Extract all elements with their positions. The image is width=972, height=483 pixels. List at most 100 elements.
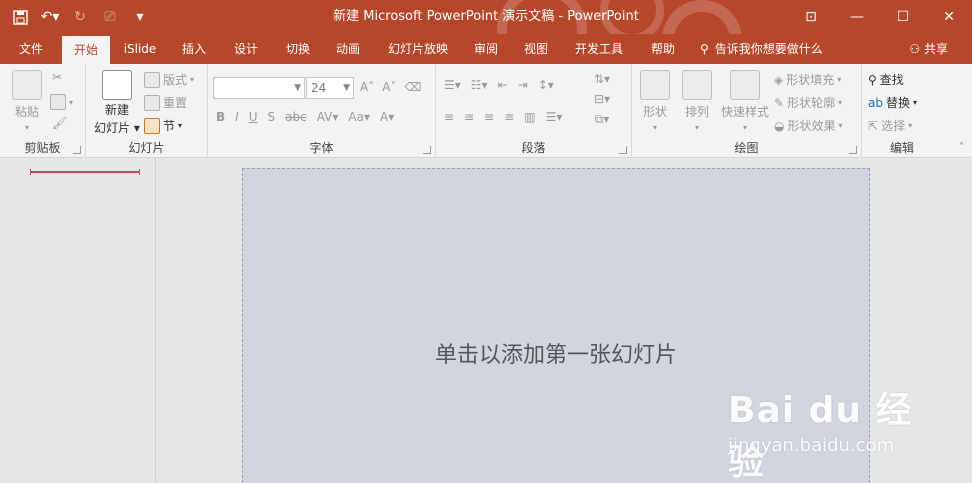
slide-hint-text: 单击以添加第一张幻灯片: [434, 343, 677, 368]
ribbon-tabs: 文件 开始 iSlide 插入 设计 切换 动画 幻灯片放映 审阅 视图 开发工…: [0, 34, 972, 64]
align-text-icon[interactable]: ☰▾: [546, 110, 563, 124]
font-name-select[interactable]: ▼: [213, 77, 305, 99]
justify-icon[interactable]: ≡: [504, 110, 514, 124]
paste-button[interactable]: 粘贴 ▾: [12, 70, 42, 132]
new-slide-icon: [102, 70, 132, 100]
columns-icon[interactable]: ▥: [524, 110, 535, 124]
align-right-icon[interactable]: ≡: [484, 110, 494, 124]
numbering-icon[interactable]: ☷▾: [471, 78, 488, 92]
group-label-drawing: 绘图: [734, 141, 759, 155]
presenter-icon[interactable]: ⎚: [98, 5, 122, 29]
text-direction-icon[interactable]: ⇅▾: [594, 72, 610, 86]
font-style-tools: B I U S abc AV▾ Aa▾ A▾: [216, 110, 394, 124]
ribbon-display-icon[interactable]: ⊡: [788, 0, 834, 34]
group-label-editing: 编辑: [889, 141, 914, 155]
group-paragraph: ☰▾ ☷▾ ⇤ ⇥ ↕▾ ≡ ≡ ≡ ≡ ▥ ☰▾ ⇅▾ ⊟▾ ⧉▾ 段落: [436, 64, 632, 158]
group-font: ▼ 24 ▼ A˄ A˅ ⌫ B I U S abc AV▾ Aa▾ A▾ 字体: [208, 64, 436, 158]
find-button[interactable]: ⚲ 查找: [868, 71, 904, 88]
tab-islide[interactable]: iSlide: [116, 34, 164, 64]
drawing-launcher-icon[interactable]: [849, 146, 857, 154]
align-vertical-icon[interactable]: ⊟▾: [594, 92, 610, 106]
new-slide-button[interactable]: 新建 幻灯片 ▾: [92, 70, 142, 136]
shape-outline-button[interactable]: ✎ 形状轮廓 ▾: [774, 94, 842, 111]
magnifier-icon: ⚲: [868, 72, 877, 87]
clipboard-launcher-icon[interactable]: [73, 146, 81, 154]
char-spacing-icon[interactable]: AV▾: [317, 110, 339, 124]
tab-insert[interactable]: 插入: [172, 34, 216, 64]
paragraph-launcher-icon[interactable]: [619, 146, 627, 154]
slide-editor: 单击以添加第一张幻灯片 Bai du 经验 jingyan.baidu.com: [156, 158, 972, 483]
minimize-icon[interactable]: —: [834, 0, 880, 34]
font-size-select[interactable]: 24 ▼: [306, 77, 354, 99]
save-icon[interactable]: [8, 5, 32, 29]
tab-animations[interactable]: 动画: [326, 34, 370, 64]
shape-fill-button[interactable]: ◈ 形状填充 ▾: [774, 71, 841, 88]
layout-button[interactable]: 版式 ▾: [144, 71, 194, 88]
strikethrough-icon[interactable]: abc: [285, 110, 307, 124]
tab-transitions[interactable]: 切换: [276, 34, 320, 64]
quick-access-toolbar: ↶▾ ↻ ⎚ ▾: [8, 0, 152, 34]
tab-review[interactable]: 审阅: [466, 34, 506, 64]
cursor-icon: ⇱: [868, 118, 879, 133]
shrink-font-icon[interactable]: A˅: [382, 80, 396, 94]
group-clipboard: 粘贴 ▾ ✂ ▾ 🖌 剪贴板: [0, 64, 86, 158]
format-painter-button[interactable]: 🖌: [52, 116, 67, 130]
group-slides: 新建 幻灯片 ▾ 版式 ▾ 重置 节 ▾ 幻灯片: [86, 64, 208, 158]
insertion-marker: [30, 169, 140, 175]
reset-icon: [144, 94, 160, 111]
paragraph-tools-col: ⇅▾ ⊟▾ ⧉▾: [594, 72, 610, 127]
arrange-button[interactable]: 排列 ▾: [680, 70, 714, 132]
shadow-icon[interactable]: S: [268, 110, 276, 124]
replace-button[interactable]: ab 替换 ▾: [868, 94, 917, 111]
close-icon[interactable]: ✕: [926, 0, 972, 34]
bullets-icon[interactable]: ☰▾: [444, 78, 461, 92]
select-button[interactable]: ⇱ 选择 ▾: [868, 117, 912, 134]
share-label: 共享: [923, 42, 948, 56]
undo-icon[interactable]: ↶▾: [38, 5, 62, 29]
align-left-icon[interactable]: ≡: [444, 110, 454, 124]
shape-effects-button[interactable]: ◒ 形状效果 ▾: [774, 117, 843, 134]
maximize-icon[interactable]: ☐: [880, 0, 926, 34]
bold-icon[interactable]: B: [216, 110, 225, 124]
customize-qat-icon[interactable]: ▾: [128, 5, 152, 29]
clear-format-icon[interactable]: ⌫: [404, 80, 421, 94]
tab-file[interactable]: 文件: [8, 34, 54, 64]
shapes-button[interactable]: 形状 ▾: [638, 70, 672, 132]
reset-button[interactable]: 重置: [144, 94, 187, 111]
quick-styles-button[interactable]: 快速样式 ▾: [720, 70, 770, 132]
smartart-icon[interactable]: ⧉▾: [595, 112, 610, 127]
font-color-icon[interactable]: A▾: [380, 110, 394, 124]
brush-icon: 🖌: [52, 116, 68, 130]
tab-design[interactable]: 设计: [224, 34, 268, 64]
decrease-indent-icon[interactable]: ⇤: [498, 78, 508, 92]
collapse-ribbon-icon[interactable]: ˄: [959, 142, 964, 153]
underline-icon[interactable]: U: [249, 110, 258, 124]
scissors-icon: ✂: [52, 70, 63, 84]
thumbnail-pane[interactable]: [0, 158, 156, 483]
italic-icon[interactable]: I: [235, 110, 239, 124]
tab-view[interactable]: 视图: [516, 34, 556, 64]
share-button[interactable]: ⚇ 共享: [909, 34, 948, 64]
shapes-icon: [640, 70, 670, 100]
copy-button[interactable]: ▾: [50, 94, 73, 110]
increase-indent-icon[interactable]: ⇥: [518, 78, 528, 92]
tab-slideshow[interactable]: 幻灯片放映: [380, 34, 456, 64]
font-launcher-icon[interactable]: [423, 146, 431, 154]
tab-help[interactable]: 帮助: [640, 34, 686, 64]
tab-developer[interactable]: 开发工具: [568, 34, 630, 64]
line-spacing-icon[interactable]: ↕▾: [538, 78, 554, 92]
paste-icon: [12, 70, 42, 100]
tell-me-box[interactable]: ⚲ 告诉我你想要做什么: [700, 34, 823, 64]
cut-button[interactable]: ✂: [52, 70, 62, 84]
tab-home[interactable]: 开始: [62, 36, 110, 64]
window-controls: ⊡ — ☐ ✕: [788, 0, 972, 34]
window-title: 新建 Microsoft PowerPoint 演示文稿 - PowerPoin…: [333, 9, 639, 24]
title-bar: ↶▾ ↻ ⎚ ▾ 新建 Microsoft PowerPoint 演示文稿 - …: [0, 0, 972, 34]
grow-font-icon[interactable]: A˄: [360, 80, 374, 94]
watermark-sub: jingyan.baidu.com: [728, 435, 895, 456]
section-button[interactable]: 节 ▾: [144, 117, 182, 134]
change-case-icon[interactable]: Aa▾: [348, 110, 370, 124]
redo-icon[interactable]: ↻: [68, 5, 92, 29]
align-center-icon[interactable]: ≡: [464, 110, 474, 124]
ribbon: 粘贴 ▾ ✂ ▾ 🖌 剪贴板 新建 幻灯片 ▾ 版式 ▾ 重置 节 ▾ 幻灯片 ▼ …: [0, 64, 972, 158]
